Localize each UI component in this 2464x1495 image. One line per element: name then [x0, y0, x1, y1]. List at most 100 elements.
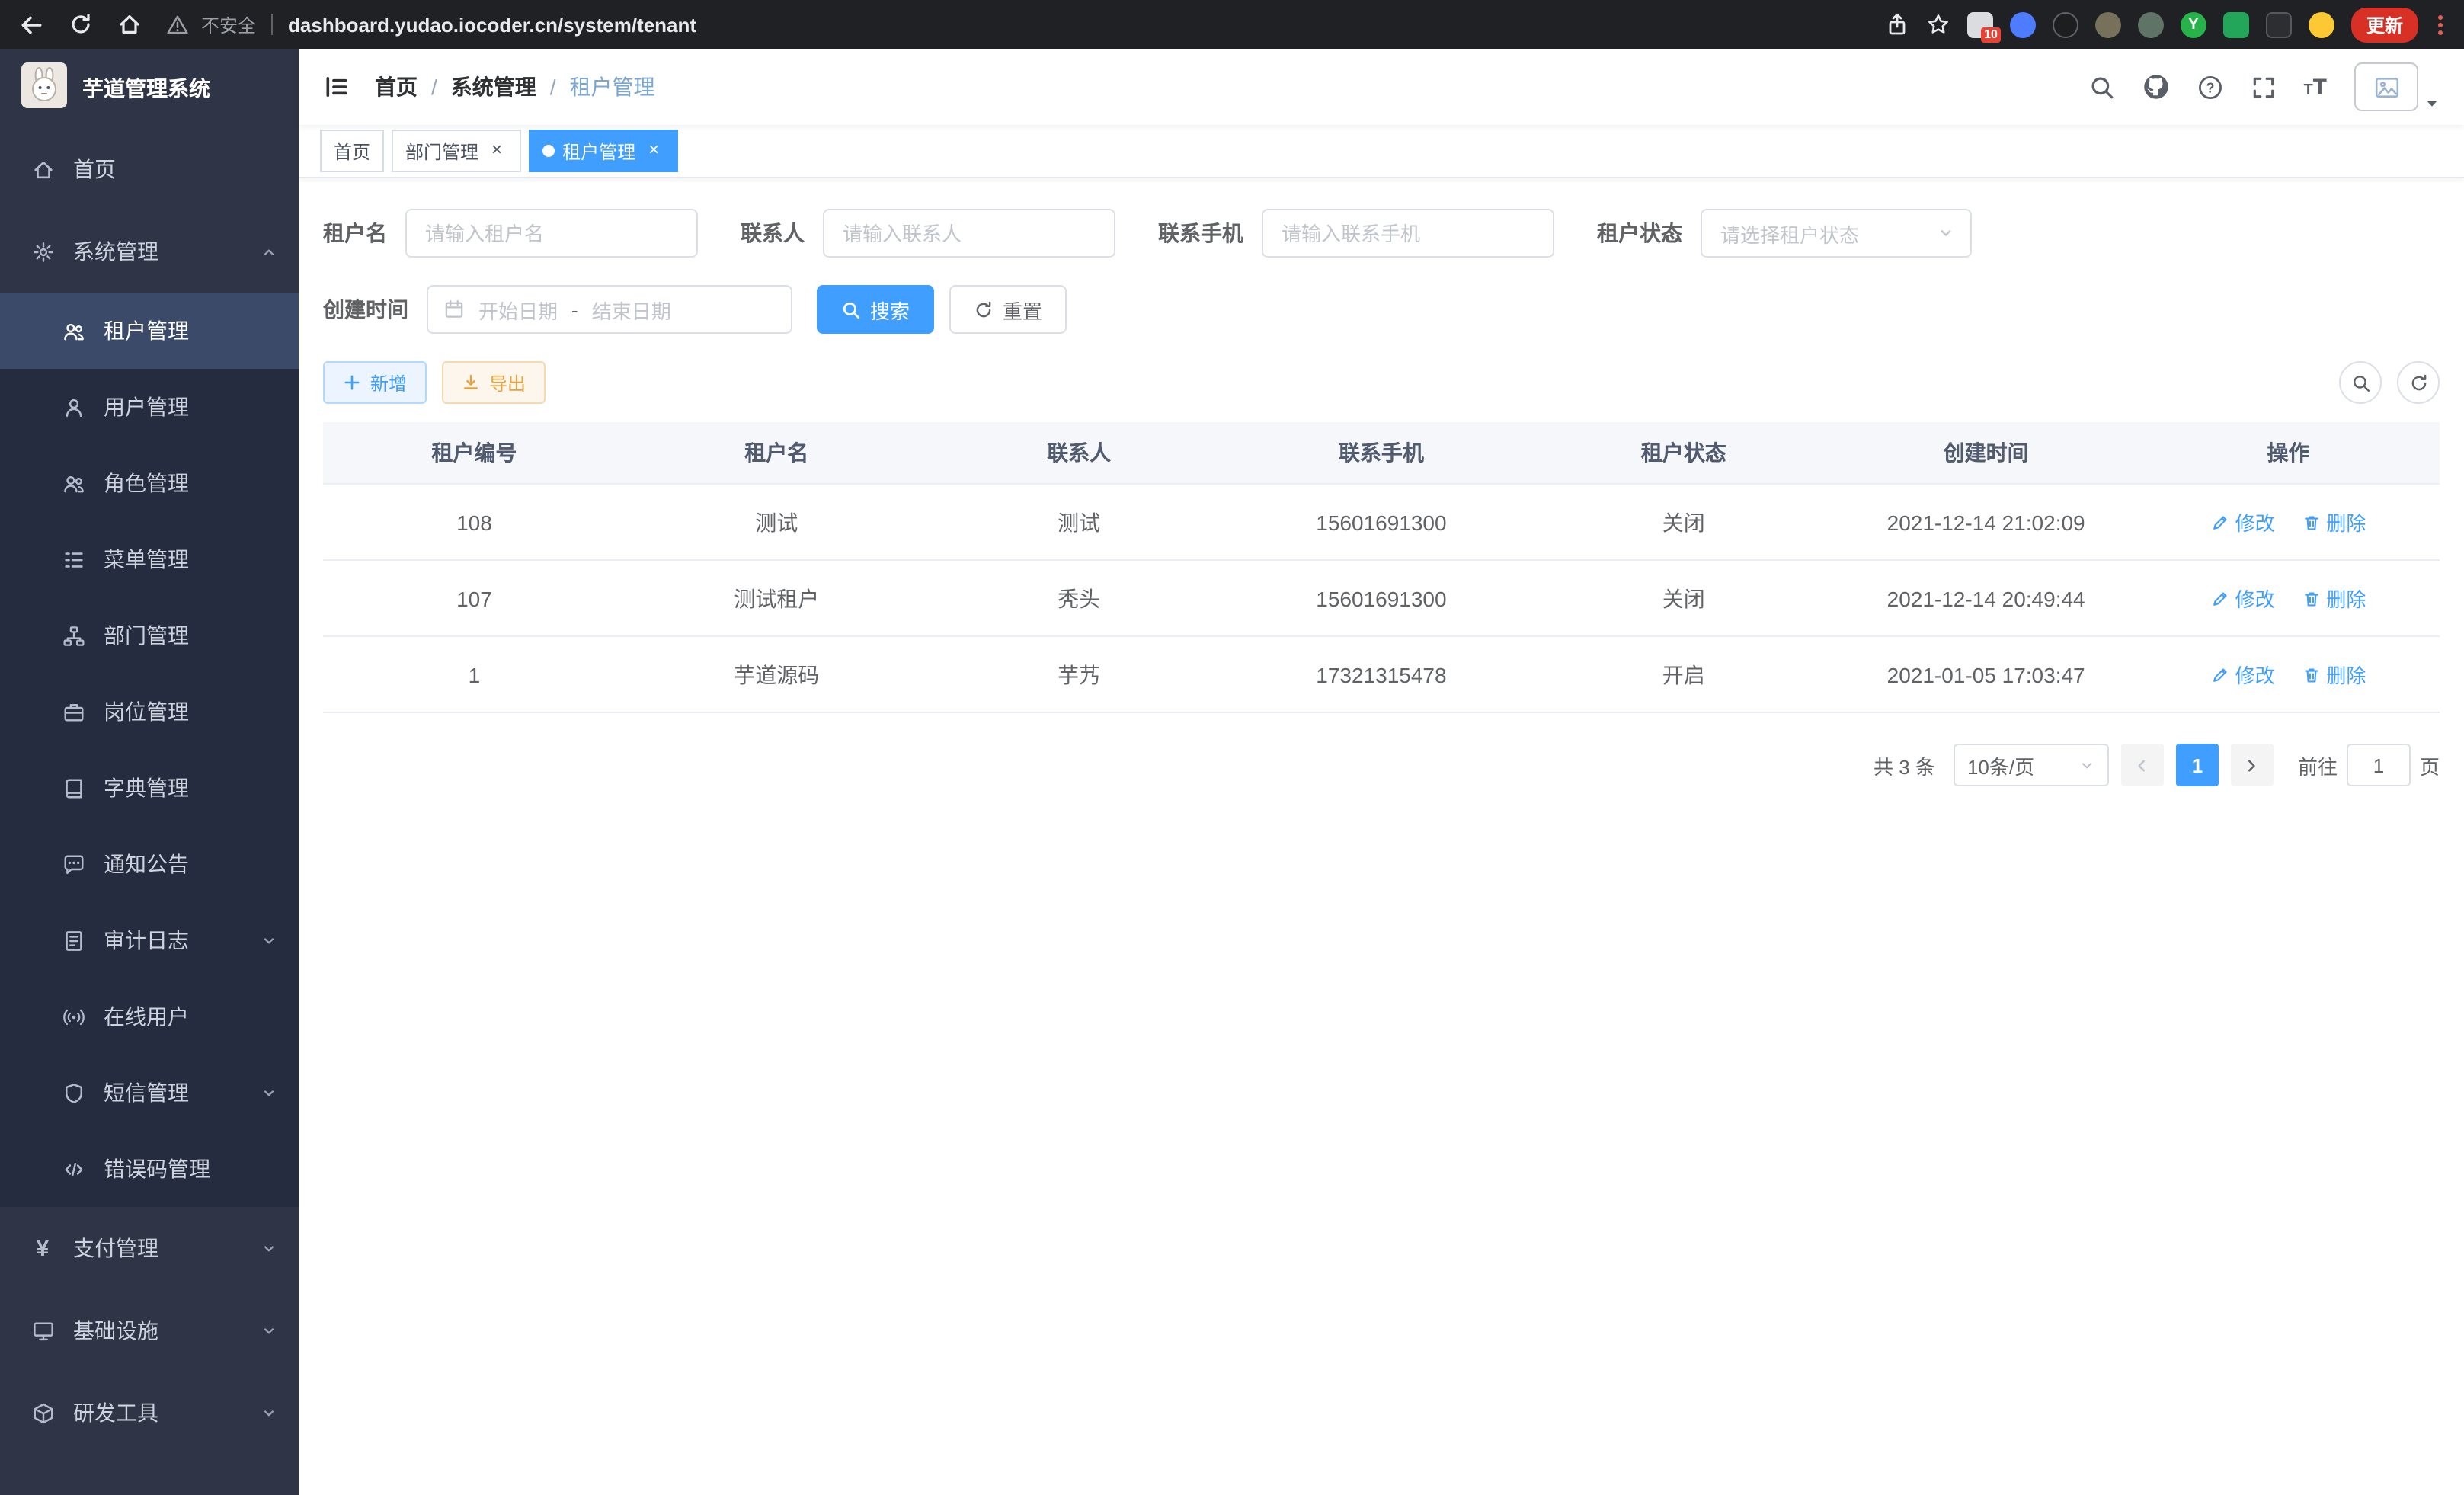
screen: 不安全 dashboard.yudao.iocoder.cn/system/te…: [0, 0, 2464, 1495]
sidebar-item-tools[interactable]: 研发工具: [0, 1372, 299, 1454]
add-button[interactable]: 新增: [323, 361, 427, 404]
goto-page-input[interactable]: [2347, 744, 2411, 786]
column-header-phone: 联系手机: [1230, 422, 1533, 484]
phone-label: 联系手机: [1158, 218, 1243, 248]
extension-badge: 10: [1981, 27, 2001, 42]
notice-chat-icon: [61, 852, 85, 876]
toggle-search-button[interactable]: [2339, 361, 2382, 404]
extension-icon[interactable]: 10: [1967, 11, 1993, 37]
browser-nav-buttons: [18, 11, 142, 37]
breadcrumb-home[interactable]: 首页: [375, 72, 418, 102]
tab-tenant[interactable]: 租户管理 ×: [529, 130, 678, 172]
cell-actions: 修改 删除: [2137, 484, 2440, 560]
address-bar[interactable]: 不安全 dashboard.yudao.iocoder.cn/system/te…: [166, 11, 696, 37]
extension-icon[interactable]: Y: [2181, 11, 2206, 37]
navbar-right-tools: ? TT: [2088, 62, 2440, 111]
delete-label: 删除: [2326, 584, 2366, 613]
create-time-range-picker[interactable]: 开始日期 - 结束日期: [427, 285, 792, 334]
sidebar-item-menu[interactable]: 菜单管理: [0, 521, 299, 597]
tenant-status-select[interactable]: 请选择租户状态: [1701, 209, 1972, 258]
sidebar-item-infra[interactable]: 基础设施: [0, 1289, 299, 1372]
sidebar-item-system[interactable]: 系统管理: [0, 210, 299, 293]
github-icon[interactable]: [2142, 73, 2169, 101]
update-button[interactable]: 更新: [2351, 7, 2418, 42]
sidebar-item-online[interactable]: 在线用户: [0, 978, 299, 1055]
edit-link[interactable]: 修改: [2211, 507, 2275, 536]
export-button[interactable]: 导出: [442, 361, 546, 404]
sidebar-item-label: 字典管理: [104, 773, 189, 803]
phone-input[interactable]: [1262, 209, 1554, 258]
refresh-table-button[interactable]: [2397, 361, 2440, 404]
top-navbar: 首页 / 系统管理 / 租户管理 ?: [299, 49, 2464, 125]
help-icon[interactable]: ?: [2197, 74, 2222, 100]
tab-home[interactable]: 首页: [320, 130, 384, 172]
sidebar-item-user[interactable]: 用户管理: [0, 369, 299, 445]
edit-link[interactable]: 修改: [2211, 660, 2275, 689]
sidebar-item-notice[interactable]: 通知公告: [0, 826, 299, 902]
extension-icon[interactable]: [2266, 11, 2292, 37]
sidebar-item-dict[interactable]: 字典管理: [0, 750, 299, 826]
add-button-label: 新增: [370, 370, 407, 395]
delete-link[interactable]: 删除: [2302, 584, 2366, 613]
sidebar-item-label: 研发工具: [73, 1397, 158, 1428]
close-icon[interactable]: ×: [643, 140, 664, 162]
font-size-icon[interactable]: TT: [2303, 75, 2327, 98]
errcode-code-icon: [61, 1157, 85, 1181]
back-icon[interactable]: [18, 11, 44, 37]
cell-status: 开启: [1532, 636, 1835, 712]
delete-link[interactable]: 删除: [2302, 660, 2366, 689]
sidebar-item-home[interactable]: 首页: [0, 128, 299, 210]
cell-created: 2021-12-14 20:49:44: [1835, 560, 2137, 636]
logo-row[interactable]: 芋道管理系统: [0, 49, 299, 128]
svg-text:?: ?: [2206, 79, 2214, 94]
sidebar-toggle-icon[interactable]: [323, 73, 350, 101]
bookmark-star-icon[interactable]: [1926, 12, 1950, 37]
tab-label: 首页: [334, 138, 370, 164]
sidebar-item-errcode[interactable]: 错误码管理: [0, 1131, 299, 1207]
sidebar-item-tenant[interactable]: 租户管理: [0, 293, 299, 369]
sidebar-item-role[interactable]: 角色管理: [0, 445, 299, 521]
sidebar: 芋道管理系统 首页 系统管理: [0, 49, 299, 1495]
share-icon[interactable]: [1885, 12, 1909, 37]
cell-created: 2021-12-14 21:02:09: [1835, 484, 2137, 560]
reload-icon[interactable]: [69, 12, 93, 37]
table-row: 108 测试 测试 15601691300 关闭 2021-12-14 21:0…: [323, 484, 2440, 560]
page-size-select[interactable]: 10条/页: [1954, 744, 2109, 786]
search-button[interactable]: 搜索: [817, 285, 934, 334]
reset-button[interactable]: 重置: [949, 285, 1067, 334]
breadcrumb-system[interactable]: 系统管理: [451, 72, 536, 102]
sidebar-item-audit[interactable]: 审计日志: [0, 902, 299, 978]
edit-link[interactable]: 修改: [2211, 584, 2275, 613]
close-icon[interactable]: ×: [486, 140, 507, 162]
extension-icon[interactable]: [2223, 11, 2249, 37]
page-number-1[interactable]: 1: [2176, 744, 2219, 786]
home-icon[interactable]: [117, 12, 142, 37]
chevron-down-icon: [261, 1084, 277, 1101]
goto-label: 前往: [2298, 751, 2338, 780]
tab-dept[interactable]: 部门管理 ×: [392, 130, 521, 172]
sidebar-item-sms[interactable]: 短信管理: [0, 1055, 299, 1131]
extension-icon[interactable]: [2010, 11, 2036, 37]
next-page-button[interactable]: [2231, 744, 2274, 786]
contact-input[interactable]: [823, 209, 1115, 258]
sidebar-item-pay[interactable]: ¥ 支付管理: [0, 1207, 299, 1289]
extension-icon[interactable]: [2138, 11, 2164, 37]
fullscreen-icon[interactable]: [2250, 74, 2276, 100]
chevron-down-icon: [261, 1404, 277, 1421]
search-icon[interactable]: [2088, 74, 2114, 100]
extension-icon[interactable]: [2309, 11, 2334, 37]
prev-page-button[interactable]: [2121, 744, 2164, 786]
user-menu[interactable]: [2354, 62, 2440, 111]
extension-icon[interactable]: [2053, 11, 2078, 37]
address-separator: [271, 14, 273, 35]
sidebar-item-dept[interactable]: 部门管理: [0, 597, 299, 674]
delete-link[interactable]: 删除: [2302, 507, 2366, 536]
table-row: 1 芋道源码 芋艿 17321315478 开启 2021-01-05 17:0…: [323, 636, 2440, 712]
tenant-name-label: 租户名: [323, 218, 387, 248]
extension-icon[interactable]: [2095, 11, 2121, 37]
cell-phone: 15601691300: [1230, 560, 1533, 636]
browser-menu-icon[interactable]: [2435, 14, 2446, 34]
tenant-name-input[interactable]: [405, 209, 698, 258]
sidebar-item-label: 用户管理: [104, 392, 189, 422]
sidebar-item-post[interactable]: 岗位管理: [0, 674, 299, 750]
